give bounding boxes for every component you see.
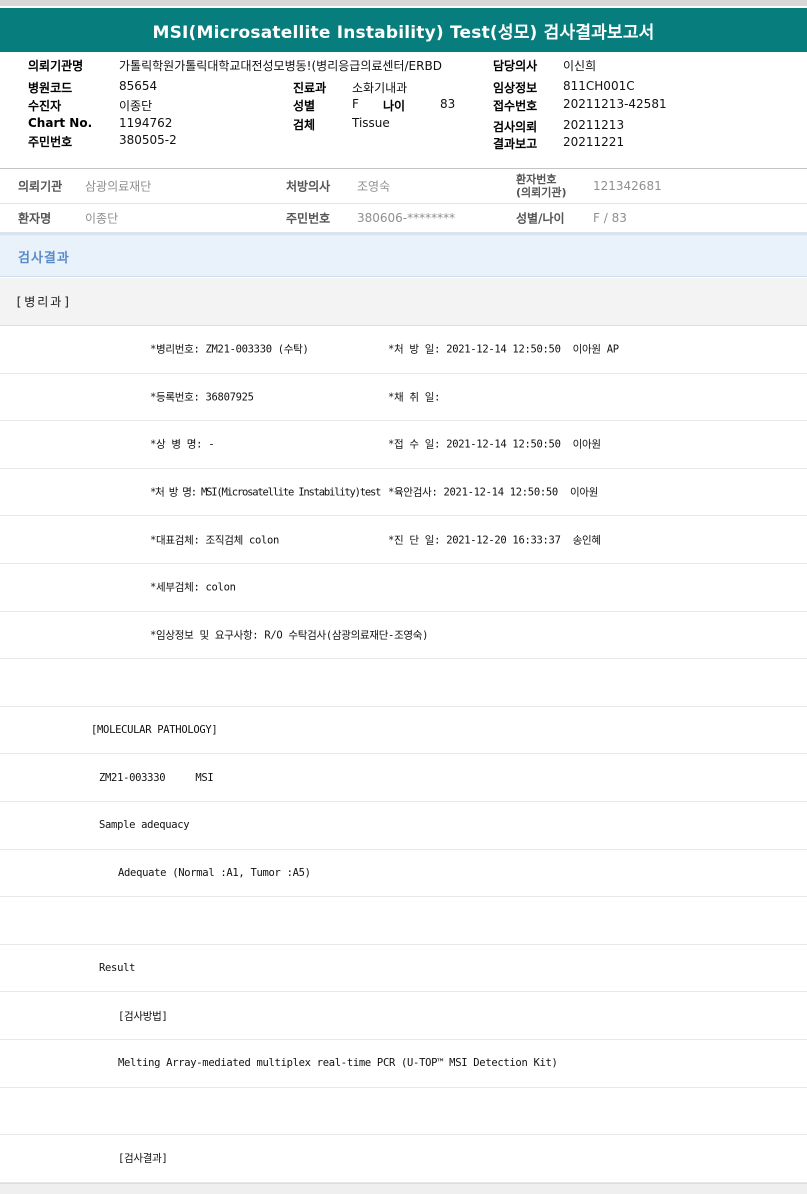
referral-info-table: 의뢰기관 삼광의료재단 처방의사 조영숙 환자번호 (의뢰기관) 1213426… [0,168,807,235]
field-value-resident-no: 380505-2 [119,133,177,147]
result-row: [MOLECULAR PATHOLOGY] [0,707,807,755]
field-value-specimen: Tissue [352,116,390,130]
case-id-msi: ZM21-003330 MSI [99,772,213,784]
field-value-hospital-code: 85654 [119,79,157,93]
ref-value-org: 삼광의료재단 [85,178,151,195]
field-value-test-request-date: 20211213 [563,118,624,132]
field-label-hospital-code: 병원코드 [28,79,72,96]
field-label-resident-no: 주민번호 [28,133,72,150]
result-row: *임상정보 및 요구사항: R/O 수탁검사(삼광의료재단-조영숙) [0,612,807,660]
section-title: 검사결과 [18,247,70,266]
method-heading: [검사방법] [118,1008,167,1023]
result-row: *처 방 명: MSI(Microsatellite Instability)t… [0,469,807,517]
field-value-doctor: 이신희 [563,57,596,74]
result-row: *상 병 명: - *접 수 일: 2021-12-14 12:50:50 이아… [0,421,807,469]
result-heading: Result [99,962,135,974]
detail-specimen: *세부검체: colon [150,580,236,595]
top-gray-bar [0,0,807,6]
result-row-empty [0,897,807,945]
field-value-age: 83 [440,97,455,111]
result-row: Adequate (Normal :A1, Tumor :A5) [0,850,807,898]
result-row: *등록번호: 36807925 *채 취 일: [0,374,807,422]
registration-no: *등록번호: 36807925 [150,389,254,404]
method-description: Melting Array-mediated multiplex real-ti… [118,1057,558,1069]
field-value-clinical-info: 811CH001C [563,79,635,93]
field-value-examinee: 이종단 [119,97,152,114]
page-title: MSI(Microsatellite Instability) Test(성모)… [152,18,654,43]
field-label-clinical-info: 임상정보 [493,79,537,96]
collection-date: *채 취 일: [388,389,440,404]
ref-label-patient-name: 환자명 [18,210,51,227]
result-row: Sample adequacy [0,802,807,850]
field-value-requesting-org: 가톨릭학원가톨릭대학교대전성모병동!(병리응급의료센터/ERBD [119,57,442,74]
ref-value-patient-no: 121342681 [593,179,662,193]
gross-exam-date: *육안검사: 2021-12-14 12:50:50 이아원 [388,485,598,500]
prescription-date: *처 방 일: 2021-12-14 12:50:50 이아원 AP [388,342,619,357]
field-label-age: 나이 [383,97,405,114]
patient-info-block: 의뢰기관명 가톨릭학원가톨릭대학교대전성모병동!(병리응급의료센터/ERBD 병… [0,52,807,168]
field-label-chart-no: Chart No. [28,116,92,130]
ref-label-sex-age: 성별/나이 [516,210,565,227]
field-label-requesting-org: 의뢰기관명 [28,57,83,74]
result-row: Melting Array-mediated multiplex real-ti… [0,1040,807,1088]
department-band: [병리과] [0,278,807,326]
molecular-pathology-heading: [MOLECULAR PATHOLOGY] [91,724,217,736]
result-row: *세부검체: colon [0,564,807,612]
ref-label-resident-no: 주민번호 [286,210,330,227]
field-label-doctor: 담당의사 [493,57,537,74]
field-value-chart-no: 1194762 [119,116,172,130]
ref-value-prescriber: 조영숙 [357,178,390,195]
ref-value-patient-name: 이종단 [85,210,118,227]
field-label-department: 진료과 [293,79,326,96]
test-result-section-header: 검사결과 [0,235,807,277]
report-page: MSI(Microsatellite Instability) Test(성모)… [0,0,807,1194]
diagnosis-date: *진 단 일: 2021-12-20 16:33:37 송인혜 [388,532,601,547]
ref-label-org: 의뢰기관 [18,178,62,195]
sample-adequacy-value: Adequate (Normal :A1, Tumor :A5) [118,867,311,879]
field-label-test-request-date: 검사의뢰 [493,118,537,135]
result-rows: *병리번호: ZM21-003330 (수탁) *처 방 일: 2021-12-… [0,326,807,1183]
table-row: 의뢰기관 삼광의료재단 처방의사 조영숙 환자번호 (의뢰기관) 1213426… [0,169,807,204]
field-value-accession-no: 20211213-42581 [563,97,667,111]
prescription-name: *처 방 명: MSI(Microsatellite Instability)t… [150,485,380,500]
result-row-empty [0,659,807,707]
department-label: [병리과] [15,293,73,310]
result-row: Result [0,945,807,993]
result-row: *병리번호: ZM21-003330 (수탁) *처 방 일: 2021-12-… [0,326,807,374]
result-row-empty [0,1088,807,1136]
diagnosis-name: *상 병 명: - [150,437,214,452]
field-value-result-report-date: 20211221 [563,135,624,149]
pathology-no: *병리번호: ZM21-003330 (수탁) [150,342,309,357]
test-result-heading: [검사결과] [118,1151,167,1166]
ref-value-sex-age: F / 83 [593,211,627,225]
representative-specimen: *대표검체: 조직검체 colon [150,532,279,547]
field-label-sex: 성별 [293,97,315,114]
field-label-examinee: 수진자 [28,97,61,114]
field-label-specimen: 검체 [293,116,315,133]
sample-adequacy-heading: Sample adequacy [99,819,189,831]
field-label-result-report-date: 결과보고 [493,135,537,152]
report-header-banner: MSI(Microsatellite Instability) Test(성모)… [0,8,807,52]
field-label-accession-no: 접수번호 [493,97,537,114]
result-row: [검사방법] [0,992,807,1040]
result-row: ZM21-003330 MSI [0,754,807,802]
field-value-sex: F [352,97,359,111]
clinical-info-request: *임상정보 및 요구사항: R/O 수탁검사(삼광의료재단-조영숙) [150,627,428,642]
bottom-gray-strip [0,1183,807,1194]
receipt-date: *접 수 일: 2021-12-14 12:50:50 이아원 [388,437,601,452]
ref-label-prescriber: 처방의사 [286,178,330,195]
result-row: *대표검체: 조직검체 colon *진 단 일: 2021-12-20 16:… [0,516,807,564]
ref-value-resident-no: 380606-******** [357,211,455,225]
result-row: [검사결과] [0,1135,807,1183]
field-value-department: 소화기내과 [352,79,407,96]
table-row: 환자명 이종단 주민번호 380606-******** 성별/나이 F / 8… [0,204,807,232]
ref-label-patient-no: 환자번호 (의뢰기관) [516,173,567,199]
